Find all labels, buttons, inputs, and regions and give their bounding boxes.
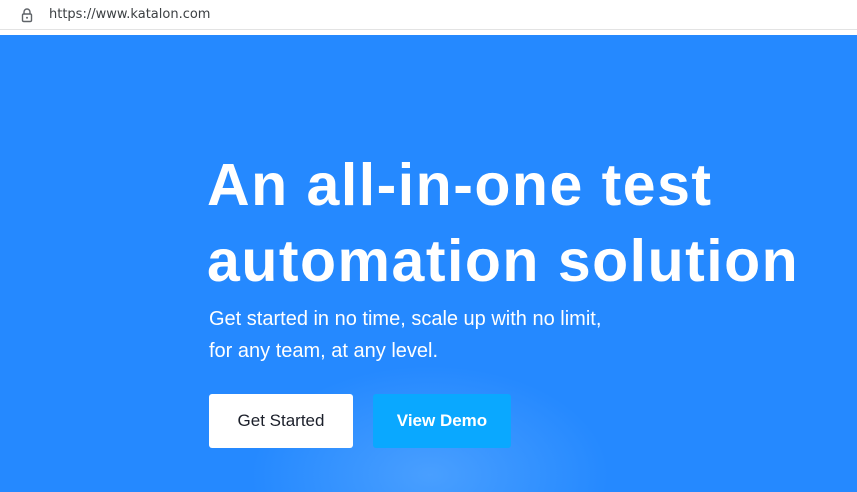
hero-title: An all-in-one test automation solution xyxy=(207,147,857,299)
get-started-button[interactable]: Get Started xyxy=(209,394,353,448)
hero-title-line-2: automation solution xyxy=(207,228,800,294)
hero-subtitle: Get started in no time, scale up with no… xyxy=(209,303,729,367)
address-bar[interactable]: https://www.katalon.com xyxy=(0,0,857,30)
hero-title-line-1: An all-in-one test xyxy=(207,152,713,218)
view-demo-button[interactable]: View Demo xyxy=(373,394,511,448)
lock-icon[interactable] xyxy=(20,7,34,23)
hero-subtitle-line-1: Get started in no time, scale up with no… xyxy=(209,308,602,330)
hero-section: An all-in-one test automation solution G… xyxy=(0,35,857,492)
hero-subtitle-line-2: for any team, at any level. xyxy=(209,340,439,362)
url-text[interactable]: https://www.katalon.com xyxy=(49,7,210,23)
